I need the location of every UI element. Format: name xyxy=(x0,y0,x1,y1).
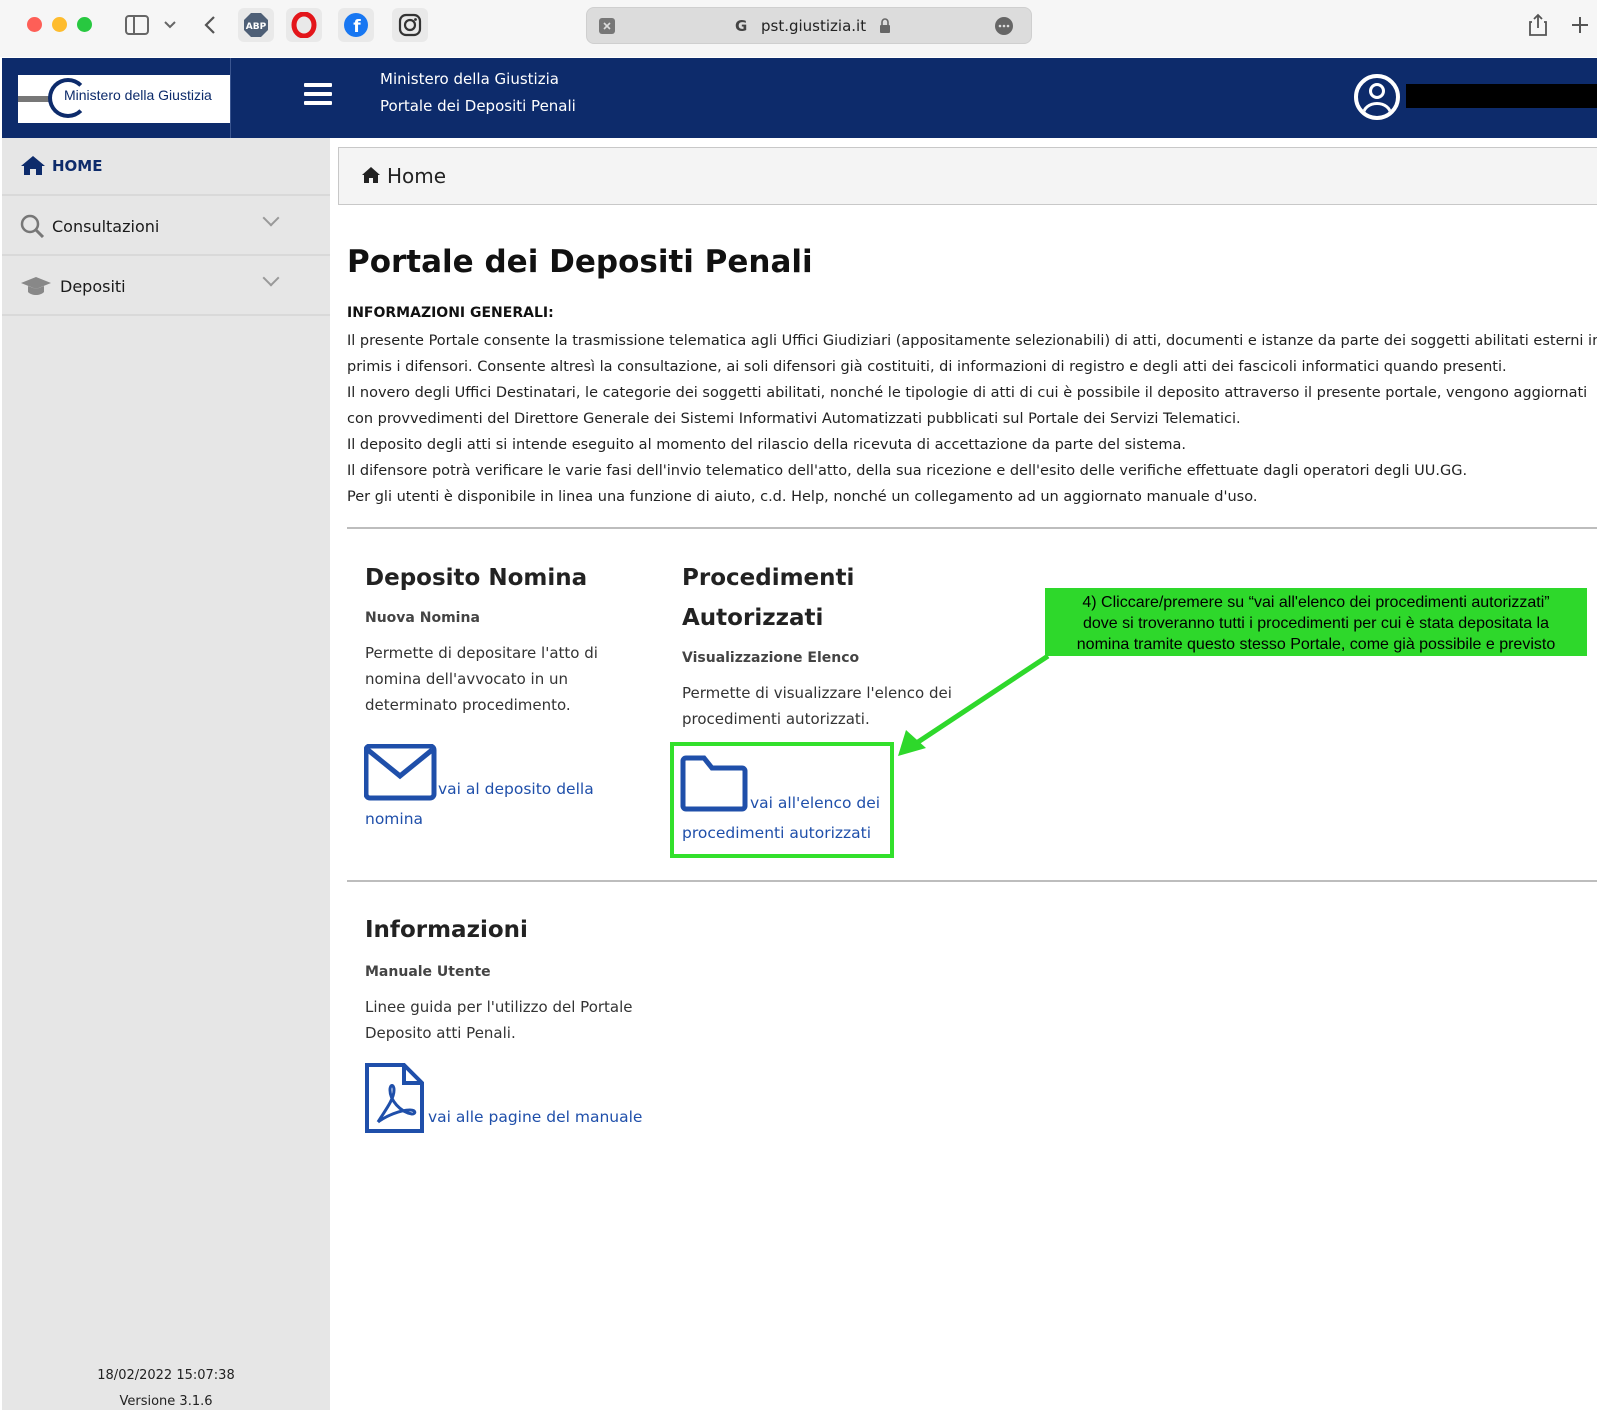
close-tab-icon[interactable] xyxy=(599,18,615,38)
sidebar-item-consultazioni[interactable]: Consultazioni xyxy=(2,198,330,256)
chevron-down-icon[interactable] xyxy=(262,209,280,227)
title-line: Procedimenti xyxy=(682,565,855,591)
new-tab-icon[interactable] xyxy=(1568,10,1592,40)
facebook-icon[interactable]: f xyxy=(338,8,374,42)
pdf-icon[interactable] xyxy=(364,1062,426,1138)
procedimenti-card-title: Procedimenti Autorizzati xyxy=(682,558,854,638)
sidebar: HOME Consultazioni Depositi 18/02/2022 1… xyxy=(2,138,330,1410)
home-icon[interactable] xyxy=(361,166,381,184)
more-icon[interactable] xyxy=(995,17,1013,39)
hamburger-menu-icon[interactable] xyxy=(304,83,332,107)
svg-text:ABP: ABP xyxy=(246,22,267,32)
envelope-icon[interactable] xyxy=(363,743,438,806)
header-title-line2: Portale dei Depositi Penali xyxy=(380,97,576,115)
back-icon[interactable] xyxy=(200,10,220,40)
graduation-cap-icon xyxy=(20,274,51,300)
header-title: Ministero della Giustizia Portale dei De… xyxy=(380,66,576,120)
annotation-arrow-icon xyxy=(898,653,1050,756)
ministry-logo[interactable]: Ministero della Giustizia xyxy=(18,75,231,123)
info-line: Il difensore potrà verificare le varie f… xyxy=(347,463,1468,479)
lock-icon xyxy=(879,18,891,38)
site-favicon: G xyxy=(735,17,748,35)
info-body: Il presente Portale consente la trasmiss… xyxy=(347,328,1597,510)
chevron-down-icon[interactable] xyxy=(162,10,178,40)
annotation-highlight-box xyxy=(670,742,894,858)
nomina-card-subtitle: Nuova Nomina xyxy=(365,610,480,626)
desc-line: Linee guida per l'utilizzo del Portale xyxy=(365,998,633,1016)
desc-line: determinato procedimento. xyxy=(365,696,571,714)
sidebar-item-label: Consultazioni xyxy=(52,217,160,236)
manual-link[interactable]: vai alle pagine del manuale xyxy=(428,1102,642,1132)
url-text[interactable]: pst.giustizia.it xyxy=(761,17,866,35)
desc-line: nomina dell'avvocato in un xyxy=(365,670,568,688)
info-line: Il deposito degli atti si intende esegui… xyxy=(347,437,1186,453)
informazioni-card-description: Linee guida per l'utilizzo del Portale D… xyxy=(365,994,633,1046)
address-bar[interactable]: G pst.giustizia.it xyxy=(586,7,1032,44)
nomina-card-title: Deposito Nomina xyxy=(365,565,588,591)
logo-text: Ministero della Giustizia xyxy=(64,87,212,103)
svg-text:f: f xyxy=(353,17,361,37)
sidebar-item-label: HOME xyxy=(52,157,103,175)
opera-icon[interactable] xyxy=(286,8,322,42)
desc-line: Deposito atti Penali. xyxy=(365,1024,516,1042)
redacted-username xyxy=(1406,84,1597,108)
footer-timestamp: 18/02/2022 15:07:38 xyxy=(97,1368,235,1383)
zoom-window-button[interactable] xyxy=(77,17,92,32)
header-title-line1: Ministero della Giustizia xyxy=(380,70,559,88)
search-icon xyxy=(20,214,48,240)
procedimenti-card-subtitle: Visualizzazione Elenco xyxy=(682,650,860,666)
sidebar-item-depositi[interactable]: Depositi xyxy=(2,258,330,316)
info-line: Il novero degli Uffici Destinatari, le c… xyxy=(347,385,1588,401)
home-icon xyxy=(20,154,48,180)
nomina-card-description: Permette di depositare l'atto di nomina … xyxy=(365,640,598,718)
close-window-button[interactable] xyxy=(27,17,42,32)
nomina-deposit-link-cont[interactable]: nomina xyxy=(365,804,423,834)
browser-toolbar: ABP f G pst.giustizia.it xyxy=(0,0,1597,57)
page-title: Portale dei Depositi Penali xyxy=(347,244,813,280)
logo-bar xyxy=(18,96,50,102)
annotation-line: nomina tramite questo stesso Portale, co… xyxy=(1076,636,1556,653)
divider xyxy=(347,880,1597,882)
breadcrumb-home-link[interactable]: Home xyxy=(387,164,446,188)
info-line: con provvedimenti del Direttore Generale… xyxy=(347,411,1241,427)
sidebar-toggle-icon[interactable] xyxy=(124,10,150,40)
instagram-icon[interactable] xyxy=(392,8,428,42)
breadcrumb: Home xyxy=(338,147,1597,205)
chevron-down-icon[interactable] xyxy=(262,269,280,287)
annotation-callout: 4) Cliccare/premere su “vai all'elenco d… xyxy=(1045,588,1587,656)
desc-line: Permette di depositare l'atto di xyxy=(365,644,598,662)
share-icon[interactable] xyxy=(1526,10,1550,40)
sidebar-item-label: Depositi xyxy=(60,277,126,296)
info-line: Il presente Portale consente la trasmiss… xyxy=(347,333,1597,349)
info-heading: INFORMAZIONI GENERALI: xyxy=(347,305,554,321)
divider xyxy=(347,527,1597,529)
informazioni-card-subtitle: Manuale Utente xyxy=(365,964,491,980)
header-divider xyxy=(230,58,231,138)
title-line: Autorizzati xyxy=(682,605,824,631)
nomina-deposit-link[interactable]: vai al deposito della xyxy=(438,774,594,804)
user-avatar-icon[interactable] xyxy=(1354,74,1400,120)
info-line: Per gli utenti è disponibile in linea un… xyxy=(347,489,1258,505)
footer-version: Versione 3.1.6 xyxy=(119,1394,213,1409)
adblock-icon[interactable]: ABP xyxy=(238,8,274,42)
minimize-window-button[interactable] xyxy=(52,17,67,32)
informazioni-card-title: Informazioni xyxy=(365,917,528,943)
info-line: primis i difensori. Consente altresì la … xyxy=(347,359,1507,375)
sidebar-item-home[interactable]: HOME xyxy=(2,138,330,196)
annotation-line: dove si troveranno tutti i procedimenti … xyxy=(1082,615,1550,632)
annotation-line: 4) Cliccare/premere su “vai all'elenco d… xyxy=(1082,594,1550,611)
app-header: Ministero della Giustizia Ministero dell… xyxy=(2,58,1597,138)
